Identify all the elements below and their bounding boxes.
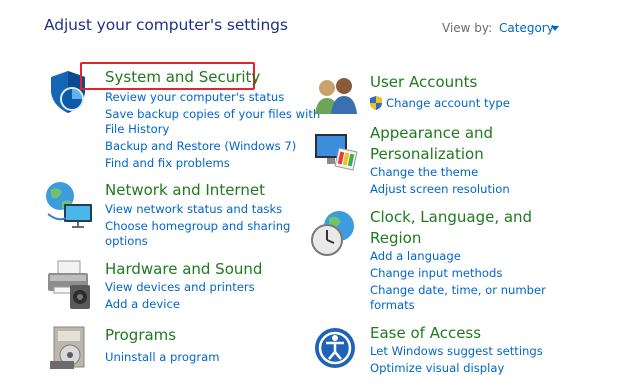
link-review-computer-status[interactable]: Review your computer's status — [105, 89, 284, 106]
category-clock-line1[interactable]: Clock, Language, and — [370, 207, 532, 228]
link-choose-homegroup-cont[interactable]: options — [105, 233, 148, 250]
category-programs[interactable]: Programs — [105, 325, 176, 346]
link-change-input-methods[interactable]: Change input methods — [370, 265, 502, 282]
category-appearance-line2[interactable]: Personalization — [370, 144, 484, 165]
programs-disc-icon[interactable] — [48, 325, 92, 375]
uac-shield-icon — [369, 95, 383, 115]
page-title: Adjust your computer's settings — [44, 16, 288, 34]
view-by-label: View by: — [442, 21, 493, 35]
category-network-and-internet[interactable]: Network and Internet — [105, 180, 265, 201]
monitor-palette-icon[interactable] — [313, 130, 359, 178]
category-clock-line2[interactable]: Region — [370, 228, 421, 249]
link-view-devices-printers[interactable]: View devices and printers — [105, 279, 255, 296]
view-by-dropdown[interactable]: Category — [499, 21, 554, 35]
category-ease-of-access[interactable]: Ease of Access — [370, 323, 481, 344]
link-save-backup-copies-cont[interactable]: File History — [105, 121, 169, 138]
link-view-network-status[interactable]: View network status and tasks — [105, 201, 282, 218]
link-adjust-resolution[interactable]: Adjust screen resolution — [370, 181, 510, 198]
link-optimize-visual-display[interactable]: Optimize visual display — [370, 360, 504, 377]
printer-speaker-icon[interactable] — [44, 259, 96, 315]
clock-globe-icon[interactable] — [309, 208, 359, 262]
link-change-theme[interactable]: Change the theme — [370, 164, 478, 181]
category-hardware-and-sound[interactable]: Hardware and Sound — [105, 259, 262, 280]
link-let-windows-suggest[interactable]: Let Windows suggest settings — [370, 343, 543, 360]
category-system-and-security[interactable]: System and Security — [105, 67, 260, 88]
link-change-account-type[interactable]: Change account type — [386, 95, 510, 112]
link-change-date-time-cont[interactable]: formats — [370, 297, 415, 314]
link-backup-and-restore[interactable]: Backup and Restore (Windows 7) — [105, 138, 296, 155]
users-icon[interactable] — [313, 76, 359, 120]
link-find-and-fix-problems[interactable]: Find and fix problems — [105, 155, 230, 172]
network-globe-icon[interactable] — [44, 180, 96, 234]
chevron-down-icon[interactable] — [551, 26, 559, 31]
ease-of-access-icon[interactable] — [313, 326, 357, 374]
link-add-language[interactable]: Add a language — [370, 248, 461, 265]
link-uninstall-program[interactable]: Uninstall a program — [105, 349, 220, 366]
category-appearance-line1[interactable]: Appearance and — [370, 123, 493, 144]
category-user-accounts[interactable]: User Accounts — [370, 72, 477, 93]
link-add-a-device[interactable]: Add a device — [105, 296, 180, 313]
